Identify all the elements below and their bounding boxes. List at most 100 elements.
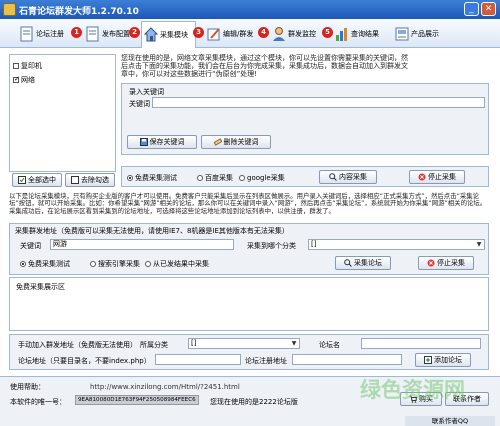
forum-collect-header: 采集群发地址（免费版可以采集无法使用，请使用IE7、8机器是IE其他版本有无法采…: [15, 227, 289, 235]
products-icon: [395, 27, 409, 40]
forum-url-label: 论坛地址（只要目录名，不要index.php）: [18, 357, 151, 365]
eraser-icon: [213, 138, 222, 146]
step-badge: 2: [129, 27, 140, 38]
home-icon: [144, 27, 158, 42]
keyword-group-title: 录入关键词: [129, 88, 164, 96]
content-collect-button[interactable]: 内容采集: [319, 170, 377, 184]
category-label: 采集到哪个分类: [247, 242, 296, 250]
mode-option-from-results[interactable]: 从已发结果中采集: [145, 259, 209, 269]
forum-collect-group: 采集群发地址（免费版可以采集无法使用，请使用IE7、8机器是IE其他版本有无法采…: [9, 223, 489, 275]
engine-option-baidu[interactable]: 百度采集: [197, 173, 233, 183]
radio[interactable]: [145, 261, 151, 267]
keyword-group: 录入关键词 关键词 保存关键词 删除关键词: [121, 83, 489, 155]
list-item[interactable]: 复印机: [13, 61, 42, 71]
radio[interactable]: [239, 175, 245, 181]
keyword-input[interactable]: [152, 97, 485, 108]
save-icon: [139, 138, 148, 146]
forum-reg-input[interactable]: [292, 354, 402, 365]
tab-label: 群发监控: [288, 29, 316, 38]
user-icon: [273, 26, 285, 41]
step-badge: 1: [71, 27, 82, 38]
manual-category-select[interactable]: [] ▼: [188, 338, 300, 349]
collect-forum-button[interactable]: 采集论坛: [335, 256, 391, 270]
keyword-label: 关键词: [129, 100, 150, 108]
engine-option-google[interactable]: google采集: [239, 173, 285, 183]
main-toolbar: 论坛注册 1 发布配置 2 采集模块 3 编辑/群发 4 群发监控 5 查询结果…: [0, 19, 500, 48]
machine-code-label: 本软件的唯一号：: [10, 398, 66, 406]
mode-option-free[interactable]: 免费采集测试: [20, 259, 70, 269]
stop-collect-button[interactable]: 停止采集: [409, 170, 465, 184]
search-icon: [329, 173, 337, 181]
forum-url-input[interactable]: [155, 354, 241, 365]
free-display-area[interactable]: 免费采集展示区: [9, 277, 489, 331]
engine-option-free[interactable]: 免费采集测试: [127, 173, 177, 183]
tab-label: 产品展示: [411, 29, 439, 38]
tab-label: 发布配置: [102, 29, 130, 38]
tab-publish-monitor[interactable]: 群发监控: [272, 21, 316, 46]
add-icon: [424, 356, 432, 364]
stop-icon: [427, 259, 435, 267]
mode-option-search-engine[interactable]: 搜索引擎采集: [90, 259, 140, 269]
machine-code-field[interactable]: 9EA810080D1E763F94F250508984FEEC6: [75, 395, 199, 405]
checkbox[interactable]: [13, 63, 19, 69]
tab-label: 采集模块: [160, 31, 188, 39]
manual-category-label: 所属分类: [140, 341, 168, 349]
notice-text: 以下是论坛采集模块，只有购买企业版的客户才可以使用。免费客户只能采集后显示在列表…: [9, 192, 487, 215]
app-icon: [3, 3, 16, 16]
save-keyword-button[interactable]: 保存关键词: [127, 135, 197, 149]
title-bar: 石青论坛群发大师1.2.70.10 _ ✕: [0, 0, 500, 19]
tab-collect-module[interactable]: 采集模块: [141, 21, 196, 48]
tab-query-results[interactable]: 查询结果: [335, 21, 379, 46]
checkbox[interactable]: [13, 75, 20, 83]
tab-edit-publish[interactable]: 编辑/群发: [207, 21, 253, 46]
tab-products[interactable]: 产品展示: [395, 21, 439, 46]
select-all-button[interactable]: 全部选中: [12, 173, 62, 187]
deselect-button[interactable]: 去除勾选: [65, 173, 115, 187]
document-icon: [20, 26, 33, 41]
contact-qq-link[interactable]: 联系作者QQ: [405, 416, 495, 426]
tab-label: 论坛注册: [36, 29, 64, 38]
radio[interactable]: [90, 261, 96, 267]
help-label: 使用帮助：: [10, 383, 45, 391]
tab-label: 查询结果: [351, 29, 379, 38]
forum-name-input[interactable]: [361, 338, 481, 349]
list-item[interactable]: 网络: [13, 75, 35, 85]
engine-row: 免费采集测试 百度采集 google采集 内容采集 停止采集: [121, 166, 489, 187]
deselect-icon: [71, 176, 79, 184]
help-link[interactable]: http://www.xinzilong.com/Html/?2451.html: [90, 383, 240, 391]
chart-icon: [336, 27, 347, 41]
forum-category-list[interactable]: 复印机 网络: [9, 54, 116, 172]
manual-add-group: 手动加入群发地址（免费版无法使用） 所属分类 [] ▼ 论坛名 论坛地址（只要目…: [9, 334, 489, 370]
version-text: 您现在使用的是2222论坛版: [210, 398, 298, 406]
tab-publish-config[interactable]: 发布配置: [86, 21, 130, 46]
intro-text: 您现在使用的是，网络文章采集模块，通过这个模块，你可以先设置你需要采集的关键词，…: [121, 54, 408, 78]
stop-forum-collect-button[interactable]: 停止采集: [418, 256, 474, 270]
chevron-down-icon: ▼: [291, 340, 297, 347]
category-select[interactable]: [] ▼: [308, 239, 485, 250]
document-icon: [86, 26, 99, 41]
edit-icon: [207, 27, 220, 40]
tab-forum-register[interactable]: 论坛注册: [20, 21, 64, 46]
window-title: 石青论坛群发大师1.2.70.10: [19, 7, 139, 17]
forum-keyword-input[interactable]: 网游: [50, 239, 234, 250]
stop-icon: [418, 173, 426, 181]
close-button[interactable]: ✕: [481, 2, 496, 16]
step-badge: 5: [322, 27, 333, 38]
minimize-button[interactable]: _: [464, 2, 479, 16]
radio[interactable]: [127, 175, 133, 181]
forum-keyword-label: 关键词: [20, 242, 41, 250]
select-all-icon: [18, 176, 26, 184]
radio[interactable]: [20, 261, 26, 267]
display-area-label: 免费采集展示区: [16, 283, 65, 291]
manual-add-label: 手动加入群发地址（免费版无法使用）: [18, 341, 137, 349]
add-forum-button[interactable]: 添加论坛: [415, 353, 471, 367]
step-badge: 4: [258, 27, 269, 38]
search-icon: [344, 259, 352, 267]
chevron-down-icon: ▼: [476, 241, 482, 248]
forum-name-label: 论坛名: [319, 341, 340, 349]
forum-reg-label: 论坛注册地址: [245, 357, 287, 365]
watermark: 绿色资源网: [360, 378, 465, 402]
tab-label: 编辑/群发: [223, 29, 254, 38]
delete-keyword-button[interactable]: 删除关键词: [201, 135, 271, 149]
radio[interactable]: [197, 175, 203, 181]
